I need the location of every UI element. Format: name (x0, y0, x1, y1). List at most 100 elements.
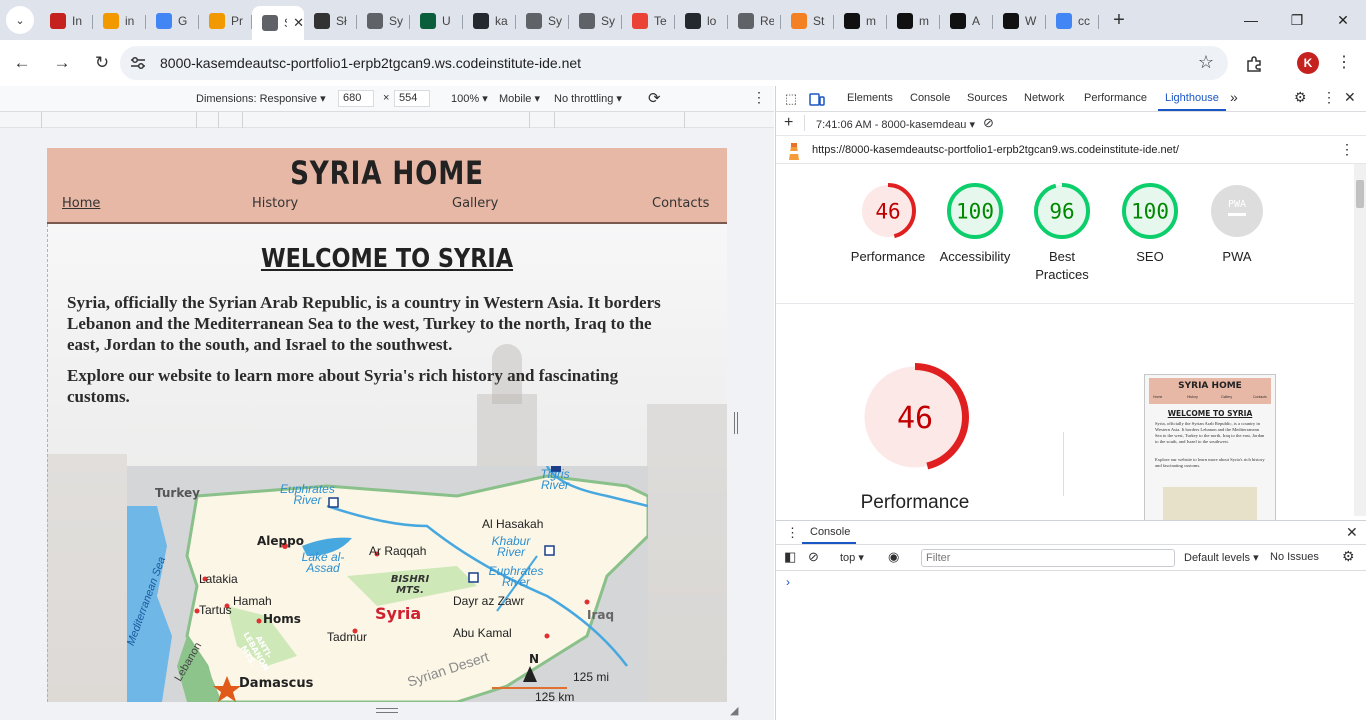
height-input[interactable]: 554 (394, 90, 430, 107)
console-prompt[interactable]: › (786, 575, 790, 589)
devtools-menu-icon[interactable]: ⋮ (1322, 89, 1336, 106)
context-selector[interactable]: top ▾ (840, 551, 864, 564)
clear-console-icon[interactable]: ⊘ (808, 549, 819, 565)
reload-button[interactable]: ↻ (84, 45, 120, 81)
width-input[interactable]: 680 (338, 90, 374, 107)
tab-console[interactable]: Console (910, 92, 950, 104)
browser-tab[interactable]: St (781, 6, 834, 36)
gauge-label-best-practices: Best Practices (1035, 249, 1089, 282)
rotate-icon[interactable]: ⟳ (648, 89, 661, 107)
gauge-4-dash (1228, 213, 1246, 216)
browser-tab[interactable]: in (93, 6, 146, 36)
back-button[interactable]: ← (4, 45, 40, 81)
clear-reports-icon[interactable]: ⊘ (983, 115, 994, 131)
forward-button[interactable]: → (44, 45, 80, 81)
extensions-button[interactable] (1240, 50, 1268, 78)
throttling-dropdown[interactable]: No throttling ▾ (554, 92, 622, 105)
gauge-performance[interactable]: 46 Performance (848, 182, 928, 266)
gauge-pwa[interactable]: PWA PWA (1197, 182, 1277, 266)
browser-tab[interactable]: m (834, 6, 887, 36)
browser-tab[interactable]: lo (675, 6, 728, 36)
browser-tab[interactable]: Sy (569, 6, 622, 36)
drawer-tab-console[interactable]: Console (810, 526, 850, 538)
browser-tab[interactable]: Te (622, 6, 675, 36)
tab-title: Sy (548, 14, 562, 28)
drawer-menu-icon[interactable]: ⋮ (786, 525, 799, 541)
site-info-button[interactable] (124, 49, 152, 77)
tab-performance[interactable]: Performance (1084, 92, 1147, 104)
log-levels-dropdown[interactable]: Default levels ▾ (1184, 551, 1259, 564)
report-url[interactable]: https://8000-kasemdeautsc-portfolio1-erp… (812, 144, 1179, 156)
browser-menu-icon[interactable]: ⋮ (1336, 52, 1352, 72)
console-settings-icon[interactable]: ⚙ (1342, 548, 1355, 565)
map-label-tadmur: Tadmur (327, 630, 368, 644)
viewport-resize-handle-right[interactable] (734, 412, 738, 434)
map-label-iraq: Iraq (587, 608, 615, 622)
gauge-accessibility[interactable]: 100 Accessibility (935, 182, 1015, 266)
browser-tab[interactable]: W (993, 6, 1046, 36)
nav-link-gallery[interactable]: Gallery (452, 196, 498, 211)
sidebar-toggle-icon[interactable]: ◧ (784, 549, 796, 565)
more-options-icon[interactable]: ⋮ (752, 89, 766, 106)
browser-tab[interactable]: Sł (304, 6, 357, 36)
nav-link-history[interactable]: History (252, 196, 298, 211)
page-screenshot-thumbnail[interactable]: SYRIA HOME Home History Gallery Contacts… (1144, 374, 1276, 524)
gauge-seo[interactable]: 100 SEO (1110, 182, 1190, 266)
tab-title: lo (707, 14, 717, 28)
lighthouse-logo-icon (789, 143, 799, 160)
device-mode-dropdown[interactable]: Mobile ▾ (499, 92, 540, 105)
browser-tab[interactable]: cc (1046, 6, 1099, 36)
browser-tab[interactable]: In (40, 6, 93, 36)
close-window-button[interactable]: ✕ (1320, 0, 1366, 40)
tab-lighthouse[interactable]: Lighthouse (1165, 92, 1219, 104)
more-tabs-icon[interactable]: » (1230, 89, 1238, 105)
device-toggle-icon[interactable] (808, 90, 826, 108)
browser-tab[interactable]: Sy (516, 6, 569, 36)
tab-title: A (972, 14, 981, 28)
issues-count[interactable]: No Issues (1270, 551, 1319, 563)
zoom-dropdown[interactable]: 100% ▾ (451, 92, 488, 105)
tab-title: G (178, 14, 188, 28)
restore-button[interactable]: ❐ (1274, 0, 1320, 40)
bookmark-star-icon[interactable]: ☆ (1198, 52, 1214, 73)
tab-search-button[interactable]: ⌄ (6, 6, 34, 34)
browser-tab[interactable]: G (146, 6, 199, 36)
browser-tab[interactable]: Sy ✕ (252, 6, 304, 40)
tab-network[interactable]: Network (1024, 92, 1064, 104)
browser-tab[interactable]: U (410, 6, 463, 36)
dimensions-dropdown[interactable]: Dimensions: Responsive ▾ (196, 92, 326, 105)
inspect-element-icon[interactable]: ⬚ (782, 90, 800, 108)
close-devtools-icon[interactable]: ✕ (1344, 89, 1356, 106)
report-menu-icon[interactable]: ⋮ (1340, 141, 1354, 158)
tab-elements[interactable]: Elements (847, 92, 893, 104)
browser-tab[interactable]: Re (728, 6, 781, 36)
gauge-best-practices[interactable]: 96 Best Practices (1022, 182, 1102, 284)
report-selector[interactable]: 7:41:06 AM - 8000-kasemdeau ▾ (816, 118, 975, 131)
browser-tab[interactable]: Sy (357, 6, 410, 36)
browser-tab[interactable]: m (887, 6, 940, 36)
nav-link-contacts[interactable]: Contacts (652, 196, 709, 211)
profile-avatar[interactable]: K (1297, 52, 1319, 74)
resize-corner-icon[interactable]: ◢ (730, 704, 738, 717)
browser-tab[interactable]: ka (463, 6, 516, 36)
map-label-khabur: Khabur River (491, 534, 531, 559)
eye-icon[interactable]: ◉ (888, 549, 899, 565)
add-report-icon[interactable]: + (784, 114, 793, 132)
close-drawer-icon[interactable]: ✕ (1346, 524, 1358, 541)
console-filter-input[interactable]: Filter (921, 549, 1175, 567)
map-compass-n: N (529, 652, 540, 666)
address-bar[interactable]: 8000-kasemdeautsc-portfolio1-erpb2tgcan9… (120, 46, 1228, 80)
browser-tab[interactable]: Pr (199, 6, 252, 36)
settings-gear-icon[interactable]: ⚙ (1294, 89, 1307, 106)
viewport-resize-handle-bottom[interactable] (376, 708, 398, 713)
report-scrollbar[interactable] (1354, 164, 1366, 516)
minimize-button[interactable]: — (1228, 0, 1274, 40)
nav-link-home[interactable]: Home (62, 196, 100, 211)
url-text[interactable]: 8000-kasemdeautsc-portfolio1-erpb2tgcan9… (160, 55, 581, 71)
tab-sources[interactable]: Sources (967, 92, 1007, 104)
tab-title: in (125, 14, 135, 28)
browser-tab[interactable]: A (940, 6, 993, 36)
new-tab-button[interactable]: + (1105, 6, 1133, 34)
big-gauge-label: Performance (860, 492, 970, 513)
close-tab-icon[interactable]: ✕ (293, 15, 304, 31)
